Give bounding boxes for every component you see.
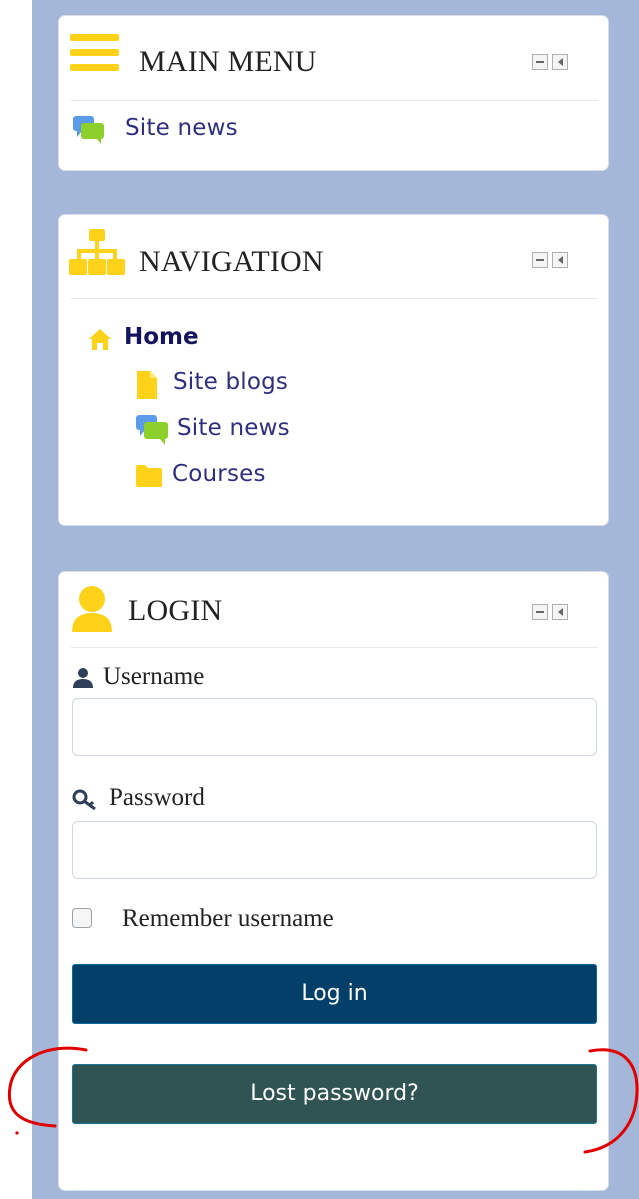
user-avatar-icon bbox=[69, 585, 115, 633]
collapse-icon[interactable] bbox=[532, 604, 548, 620]
login-block: LOGIN Username Password Remember usernam… bbox=[58, 571, 609, 1191]
speech-bubbles-icon bbox=[135, 414, 170, 446]
sitemap-icon bbox=[69, 229, 125, 275]
password-input[interactable] bbox=[72, 821, 597, 879]
navigation-controls bbox=[532, 252, 570, 268]
navigation-home-link[interactable]: Home bbox=[124, 324, 199, 350]
dock-icon[interactable] bbox=[552, 54, 568, 70]
navigation-courses-link[interactable]: Courses bbox=[172, 461, 266, 487]
speech-bubbles-icon bbox=[72, 115, 106, 145]
main-menu-site-news-link[interactable]: Site news bbox=[125, 115, 238, 141]
username-label: Username bbox=[103, 663, 205, 690]
login-controls bbox=[532, 604, 570, 620]
main-menu-title: MAIN MENU bbox=[139, 45, 317, 78]
main-menu-block: MAIN MENU Site news bbox=[58, 15, 609, 171]
dock-icon[interactable] bbox=[552, 252, 568, 268]
remember-username-checkbox[interactable] bbox=[72, 908, 92, 928]
login-title: LOGIN bbox=[128, 594, 223, 627]
navigation-block: NAVIGATION Home Site blogs Site news Cou… bbox=[58, 214, 609, 526]
login-divider bbox=[71, 647, 598, 648]
user-icon bbox=[72, 667, 94, 689]
navigation-title: NAVIGATION bbox=[139, 245, 324, 278]
remember-username-label: Remember username bbox=[122, 905, 334, 932]
navigation-divider bbox=[71, 298, 598, 299]
key-icon bbox=[72, 789, 97, 811]
document-icon bbox=[135, 370, 159, 400]
main-menu-controls bbox=[532, 54, 570, 70]
main-menu-divider bbox=[71, 100, 598, 101]
lost-password-button[interactable]: Lost password? bbox=[72, 1064, 597, 1124]
navigation-site-blogs-link[interactable]: Site blogs bbox=[173, 369, 288, 395]
collapse-icon[interactable] bbox=[532, 54, 548, 70]
home-icon bbox=[87, 327, 113, 351]
hamburger-menu-icon bbox=[70, 34, 119, 72]
password-label: Password bbox=[109, 784, 205, 811]
navigation-site-news-link[interactable]: Site news bbox=[177, 415, 290, 441]
log-in-button[interactable]: Log in bbox=[72, 964, 597, 1024]
collapse-icon[interactable] bbox=[532, 252, 548, 268]
dock-icon[interactable] bbox=[552, 604, 568, 620]
username-input[interactable] bbox=[72, 698, 597, 756]
folder-icon bbox=[135, 464, 163, 488]
